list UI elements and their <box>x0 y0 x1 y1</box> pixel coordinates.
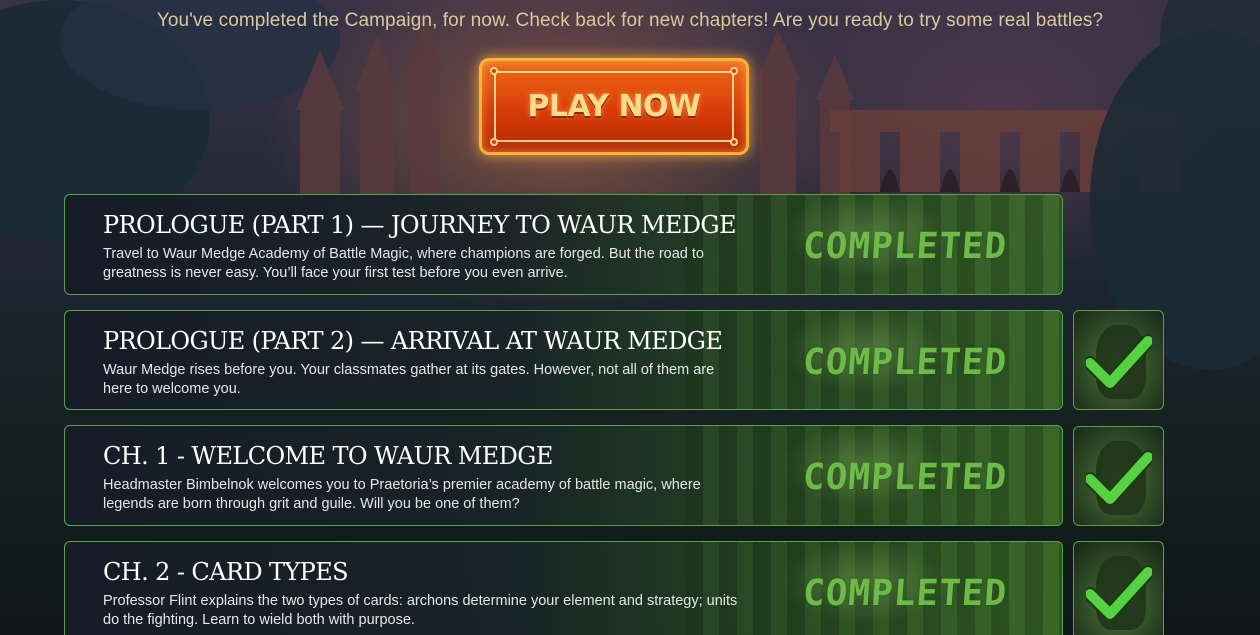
frame-corner <box>730 138 738 146</box>
frame-corner <box>490 138 498 146</box>
chapter-title: CH. 1 - WELCOME TO WAUR MEDGE <box>103 442 553 470</box>
chapter-title: PROLOGUE (PART 2) — ARRIVAL AT WAUR MEDG… <box>103 327 723 355</box>
chapter-title: CH. 2 - CARD TYPES <box>103 558 349 586</box>
campaign-complete-message: You've completed the Campaign, for now. … <box>156 10 1104 31</box>
chapter-card-prologue-2[interactable]: PROLOGUE (PART 2) — ARRIVAL AT WAUR MEDG… <box>64 310 1063 410</box>
chapter-card-prologue-1[interactable]: PROLOGUE (PART 1) — JOURNEY TO WAUR MEDG… <box>64 194 1063 295</box>
chapter-thumbnail-ch1[interactable] <box>1073 426 1164 526</box>
checkmark-icon <box>1086 334 1152 389</box>
completed-stamp: COMPLETED <box>801 342 1009 383</box>
completed-stamp: COMPLETED <box>801 226 1009 267</box>
completed-stamp: COMPLETED <box>801 457 1009 498</box>
chapter-thumbnail-prologue-2[interactable] <box>1073 310 1164 410</box>
completed-stamp: COMPLETED <box>801 573 1009 614</box>
chapter-card-ch2[interactable]: CH. 2 - CARD TYPES Professor Flint expla… <box>64 541 1063 635</box>
chapter-title: PROLOGUE (PART 1) — JOURNEY TO WAUR MEDG… <box>103 211 737 239</box>
chapter-description: Professor Flint explains the two types o… <box>103 593 738 628</box>
play-now-button[interactable]: PLAY NOW <box>479 58 749 155</box>
frame-corner <box>730 67 738 75</box>
chapter-description: Waur Medge rises before you. Your classm… <box>103 362 715 397</box>
chapter-description: Headmaster Bimbelnok welcomes you to Pra… <box>103 477 701 512</box>
play-now-label: PLAY NOW <box>527 89 701 124</box>
chapter-card-ch1[interactable]: CH. 1 - WELCOME TO WAUR MEDGE Headmaster… <box>64 425 1063 526</box>
chapter-description: Travel to Waur Medge Academy of Battle M… <box>103 246 704 281</box>
chapter-thumbnail-ch2[interactable] <box>1073 541 1164 635</box>
frame-corner <box>490 67 498 75</box>
checkmark-icon <box>1086 450 1152 505</box>
checkmark-icon <box>1086 565 1152 620</box>
